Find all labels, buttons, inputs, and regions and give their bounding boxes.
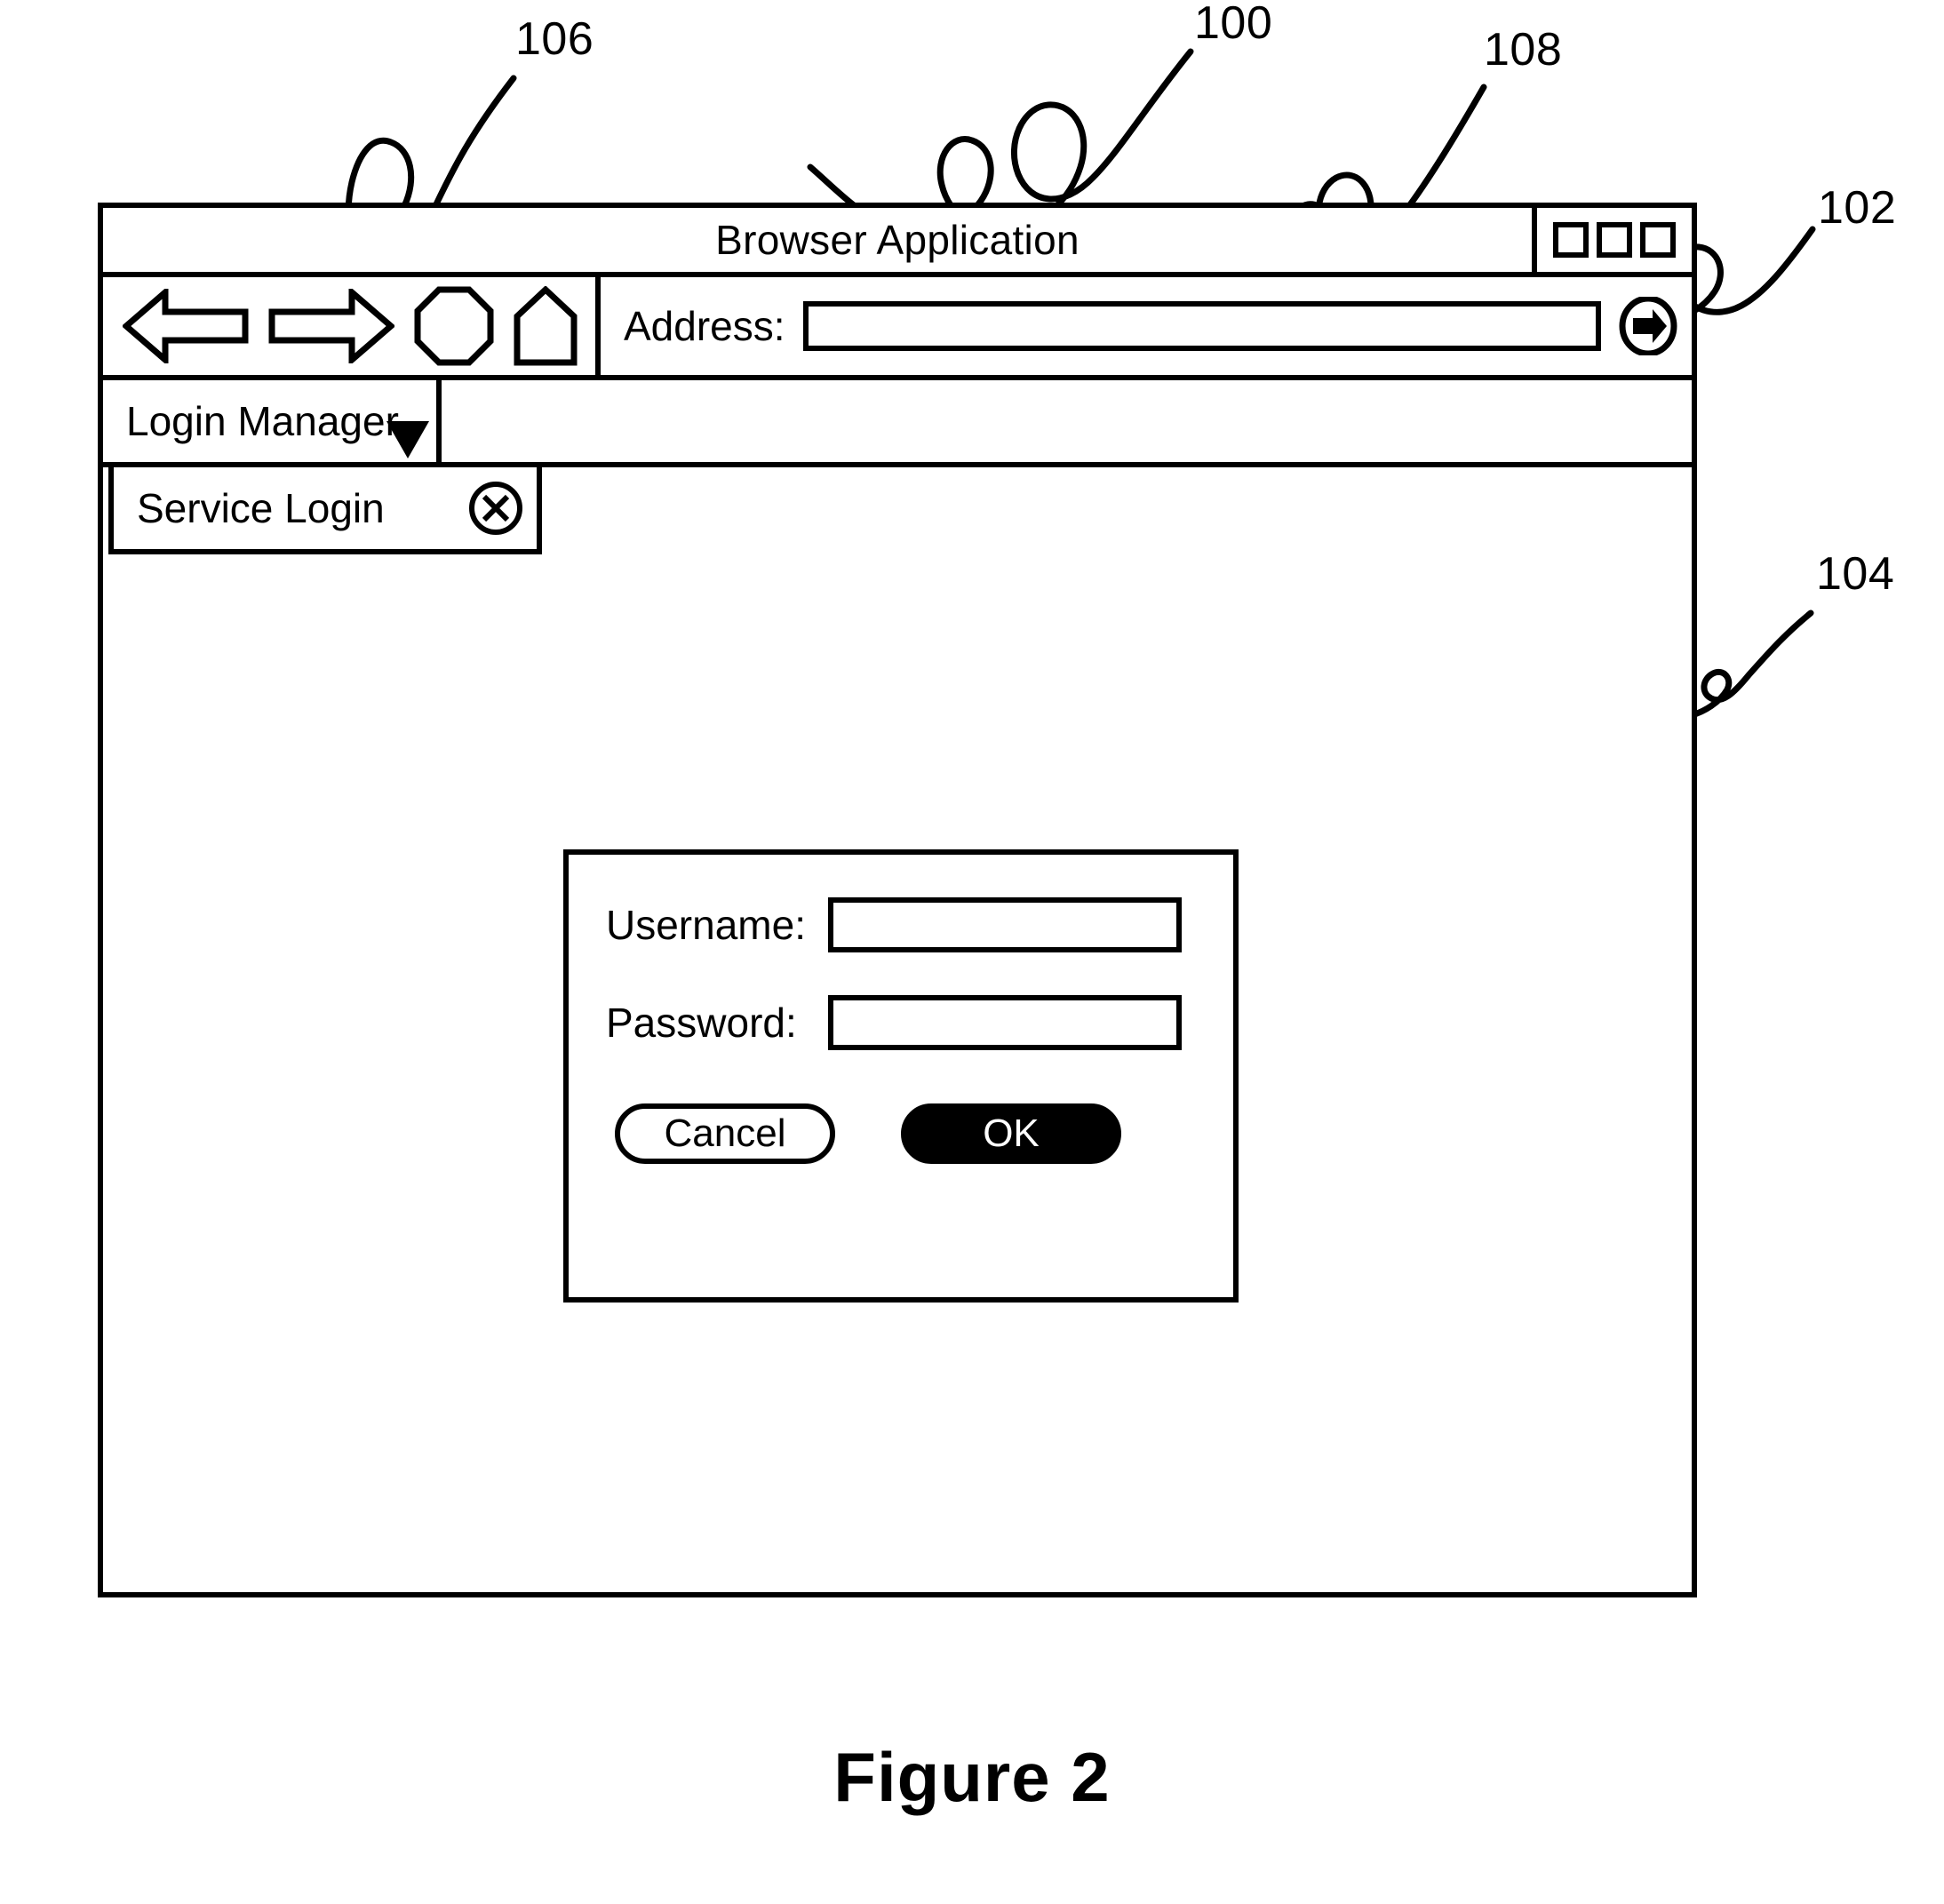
address-input[interactable]	[802, 301, 1601, 351]
go-arrow-icon[interactable]	[1619, 297, 1677, 355]
title-bar: Browser Application	[103, 208, 1692, 277]
back-arrow-icon[interactable]	[123, 289, 249, 363]
close-button[interactable]	[1640, 222, 1676, 258]
login-dialog: Username: Password: Cancel OK	[563, 849, 1239, 1303]
chevron-down-icon[interactable]	[386, 421, 429, 458]
reference-numeral-100: 100	[1194, 0, 1273, 49]
browser-window: Browser Application Address: Login Manag…	[98, 203, 1697, 1597]
forward-arrow-icon[interactable]	[268, 289, 394, 363]
username-input[interactable]	[828, 897, 1182, 952]
patent-figure-page: 106 100 108 102 110 112 104 114 Browser …	[0, 0, 1944, 1904]
window-title: Browser Application	[715, 217, 1080, 263]
login-manager-bar: Login Manager	[103, 380, 1692, 467]
ok-button[interactable]: OK	[901, 1103, 1121, 1164]
reference-numeral-104: 104	[1816, 548, 1895, 600]
username-row: Username:	[569, 897, 1233, 952]
service-login-tab[interactable]: Service Login	[108, 467, 542, 554]
figure-caption: Figure 2	[833, 1738, 1111, 1816]
username-label: Username:	[606, 902, 806, 948]
login-manager-label: Login Manager	[126, 398, 399, 444]
close-circle-x-icon[interactable]	[462, 480, 530, 537]
password-row: Password:	[569, 995, 1233, 1050]
address-label: Address:	[624, 303, 785, 349]
stop-octagon-icon[interactable]	[414, 286, 494, 366]
browser-content-area: Service Login Username: Password: Cancel…	[103, 467, 1692, 1592]
reference-numeral-106: 106	[515, 13, 594, 65]
navigation-buttons	[103, 277, 601, 375]
cancel-button[interactable]: Cancel	[615, 1103, 835, 1164]
service-login-label: Service Login	[137, 485, 385, 531]
minimize-button[interactable]	[1553, 222, 1589, 258]
dialog-button-row: Cancel OK	[615, 1103, 1201, 1164]
window-controls	[1532, 208, 1676, 272]
home-icon[interactable]	[514, 286, 578, 366]
password-input[interactable]	[828, 995, 1182, 1050]
address-area: Address:	[601, 277, 1692, 375]
password-label: Password:	[606, 1000, 797, 1046]
reference-numeral-102: 102	[1818, 182, 1897, 234]
login-manager-menu[interactable]: Login Manager	[103, 380, 442, 462]
reference-numeral-108: 108	[1484, 24, 1563, 76]
maximize-button[interactable]	[1597, 222, 1632, 258]
browser-toolbar: Address:	[103, 277, 1692, 380]
